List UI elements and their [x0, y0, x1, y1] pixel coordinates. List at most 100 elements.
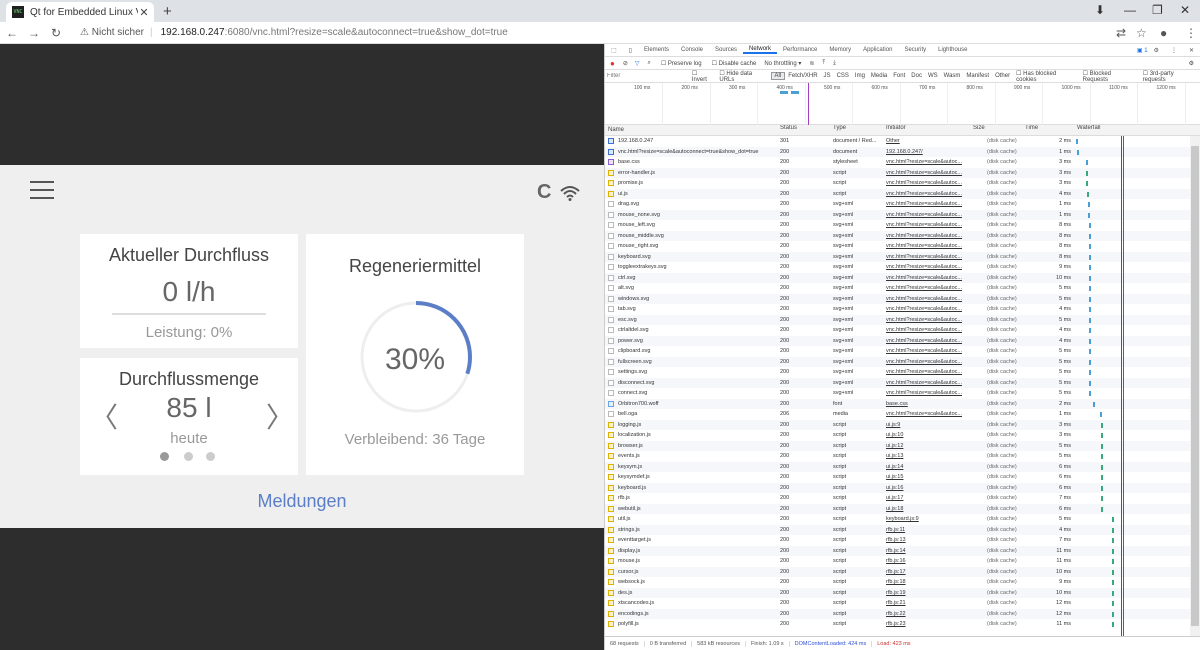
request-row[interactable]: localization.js 200 script ui.js:10 (disk ca… [605, 430, 1190, 441]
request-initiator[interactable]: vnc.html?resize=scale&autoc... [883, 243, 970, 249]
filter-ws[interactable]: WS [925, 73, 941, 79]
request-initiator[interactable]: vnc.html?resize=scale&autoc... [883, 380, 970, 386]
security-indicator[interactable]: ⚠ Nicht sicher [80, 27, 144, 38]
scrollbar-thumb[interactable] [1191, 146, 1199, 626]
filter-fetch-xhr[interactable]: Fetch/XHR [785, 73, 820, 79]
tab-application[interactable]: Application [857, 47, 898, 53]
import-icon[interactable]: ⤒ [818, 60, 829, 67]
profile-avatar-icon[interactable]: ● [1160, 26, 1167, 40]
browser-tab[interactable]: VNC Qt for Embedded Linux VNC Ser... ✕ [6, 2, 154, 22]
request-initiator[interactable]: ui.js:17 [883, 495, 970, 501]
request-row[interactable]: ui.js 200 script vnc.html?resize=scale&auto… [605, 188, 1190, 199]
col-status[interactable]: Status [777, 125, 830, 135]
request-initiator[interactable]: ui.js:16 [883, 485, 970, 491]
request-row[interactable]: tab.svg 200 svg+xml vnc.html?resize=scale&a… [605, 304, 1190, 315]
request-initiator[interactable]: ui.js:10 [883, 432, 970, 438]
request-row[interactable]: mouse_middle.svg 200 svg+xml vnc.html?resiz… [605, 230, 1190, 241]
device-toggle-icon[interactable]: ▯ [623, 47, 638, 54]
filter-img[interactable]: Img [852, 73, 868, 79]
request-initiator[interactable]: vnc.html?resize=scale&autoc... [883, 327, 970, 333]
request-row[interactable]: websock.js 200 script rfb.js:18 (disk cache)… [605, 577, 1190, 588]
request-initiator[interactable]: vnc.html?resize=scale&autoc... [883, 264, 970, 270]
translate-icon[interactable]: ⇄ [1116, 26, 1126, 40]
request-initiator[interactable]: vnc.html?resize=scale&autoc... [883, 390, 970, 396]
filter-input[interactable] [607, 71, 689, 81]
devtools-close-icon[interactable]: ✕ [1183, 47, 1200, 54]
request-row[interactable]: error-handler.js 200 script vnc.html?resize… [605, 167, 1190, 178]
col-time[interactable]: Time [1022, 125, 1074, 135]
request-initiator[interactable]: ui.js:13 [883, 453, 970, 459]
tab-performance[interactable]: Performance [777, 47, 823, 53]
request-initiator[interactable]: vnc.html?resize=scale&autoc... [883, 338, 970, 344]
tab-network[interactable]: Network [743, 46, 778, 54]
filter-icon[interactable]: ▽ [631, 60, 644, 67]
request-row[interactable]: events.js 200 script ui.js:13 (disk cache) 5 … [605, 451, 1190, 462]
request-initiator[interactable]: base.css [883, 401, 970, 407]
preserve-log-checkbox[interactable]: ☐ Preserve log [655, 60, 708, 67]
messages-link[interactable]: Meldungen [0, 491, 604, 512]
flow-amount-card[interactable]: Durchflussmenge 〈 85 l 〉 heute [80, 358, 298, 475]
network-settings-gear-icon[interactable]: ⚙ [1183, 60, 1200, 67]
request-row[interactable]: keyboard.js 200 script ui.js:16 (disk cache)… [605, 482, 1190, 493]
request-row[interactable]: strings.js 200 script rfb.js:11 (disk cache)… [605, 524, 1190, 535]
filter-other[interactable]: Other [992, 73, 1013, 79]
request-initiator[interactable]: vnc.html?resize=scale&autoc... [883, 254, 970, 260]
tab-search-icon[interactable]: ⬇ [1095, 3, 1105, 17]
request-initiator[interactable]: Other [883, 138, 970, 144]
tab-close-icon[interactable]: ✕ [138, 6, 150, 19]
tab-sources[interactable]: Sources [709, 47, 743, 53]
request-row[interactable]: esc.svg 200 svg+xml vnc.html?resize=scale&a… [605, 314, 1190, 325]
request-initiator[interactable]: vnc.html?resize=scale&autoc... [883, 359, 970, 365]
request-initiator[interactable]: vnc.html?resize=scale&autoc... [883, 275, 970, 281]
request-initiator[interactable]: rfb.js:13 [883, 537, 970, 543]
page-dot[interactable] [206, 452, 215, 461]
request-row[interactable]: Orbitron700.woff 200 font base.css (disk cac… [605, 398, 1190, 409]
request-row[interactable]: mouse_right.svg 200 svg+xml vnc.html?resize… [605, 241, 1190, 252]
search-icon[interactable]: ⌕ [644, 60, 655, 67]
filter-font[interactable]: Font [890, 73, 908, 79]
request-row[interactable]: promise.js 200 script vnc.html?resize=scale… [605, 178, 1190, 189]
request-row[interactable]: keysym.js 200 script ui.js:14 (disk cache) 6 … [605, 461, 1190, 472]
col-waterfall[interactable]: Waterfall [1074, 125, 1190, 135]
request-initiator[interactable]: vnc.html?resize=scale&autoc... [883, 222, 970, 228]
request-row[interactable]: cursor.js 200 script rfb.js:17 (disk cache) 1… [605, 566, 1190, 577]
request-row[interactable]: webutil.js 200 script ui.js:18 (disk cache) 6… [605, 503, 1190, 514]
request-initiator[interactable]: vnc.html?resize=scale&autoc... [883, 296, 970, 302]
page-dot[interactable] [184, 452, 193, 461]
forward-icon[interactable]: → [24, 26, 44, 40]
request-row[interactable]: keysymdef.js 200 script ui.js:15 (disk cache… [605, 472, 1190, 483]
address-bar[interactable]: 192.168.0.247:6080/vnc.html?resize=scale… [161, 27, 508, 38]
request-row[interactable]: rfb.js 200 script ui.js:17 (disk cache) 7 ms [605, 493, 1190, 504]
tab-memory[interactable]: Memory [823, 47, 857, 53]
request-row[interactable]: toggleextrakeys.svg 200 svg+xml vnc.html?re… [605, 262, 1190, 273]
request-initiator[interactable]: rfb.js:18 [883, 579, 970, 585]
regenerant-card[interactable]: Regeneriermittel 30% Verbleibend: 36 Tag… [306, 234, 524, 475]
wifi-conditions-icon[interactable]: ≋ [805, 60, 818, 67]
request-initiator[interactable]: vnc.html?resize=scale&autoc... [883, 180, 970, 186]
request-initiator[interactable]: rfb.js:19 [883, 590, 970, 596]
request-initiator[interactable]: vnc.html?resize=scale&autoc... [883, 191, 970, 197]
request-initiator[interactable]: rfb.js:22 [883, 611, 970, 617]
issues-badge[interactable]: ▣ 1 [1137, 47, 1148, 54]
tab-security[interactable]: Security [898, 47, 932, 53]
request-row[interactable]: keyboard.svg 200 svg+xml vnc.html?resize=sc… [605, 251, 1190, 262]
request-initiator[interactable]: vnc.html?resize=scale&autoc... [883, 348, 970, 354]
request-initiator[interactable]: vnc.html?resize=scale&autoc... [883, 170, 970, 176]
hamburger-menu-icon[interactable] [30, 181, 54, 199]
request-row[interactable]: drag.svg 200 svg+xml vnc.html?resize=scale&… [605, 199, 1190, 210]
throttling-select[interactable]: No throttling ▾ [760, 60, 805, 67]
request-row[interactable]: connect.svg 200 svg+xml vnc.html?resize=sca… [605, 388, 1190, 399]
request-initiator[interactable]: vnc.html?resize=scale&autoc... [883, 212, 970, 218]
request-row[interactable]: clipboard.svg 200 svg+xml vnc.html?resize=s… [605, 346, 1190, 357]
request-row[interactable]: logging.js 200 script ui.js:9 (disk cache) 3 … [605, 419, 1190, 430]
request-initiator[interactable]: rfb.js:16 [883, 558, 970, 564]
bookmark-star-icon[interactable]: ☆ [1136, 26, 1147, 40]
request-row[interactable]: vnc.html?resize=scale&autoconnect=true&s… [605, 146, 1190, 157]
record-icon[interactable]: ● [605, 59, 620, 68]
request-initiator[interactable]: vnc.html?resize=scale&autoc... [883, 159, 970, 165]
tab-lighthouse[interactable]: Lighthouse [932, 47, 973, 53]
filter-doc[interactable]: Doc [908, 73, 925, 79]
request-initiator[interactable]: rfb.js:17 [883, 569, 970, 575]
request-row[interactable]: alt.svg 200 svg+xml vnc.html?resize=scale&a… [605, 283, 1190, 294]
request-initiator[interactable]: ui.js:18 [883, 506, 970, 512]
